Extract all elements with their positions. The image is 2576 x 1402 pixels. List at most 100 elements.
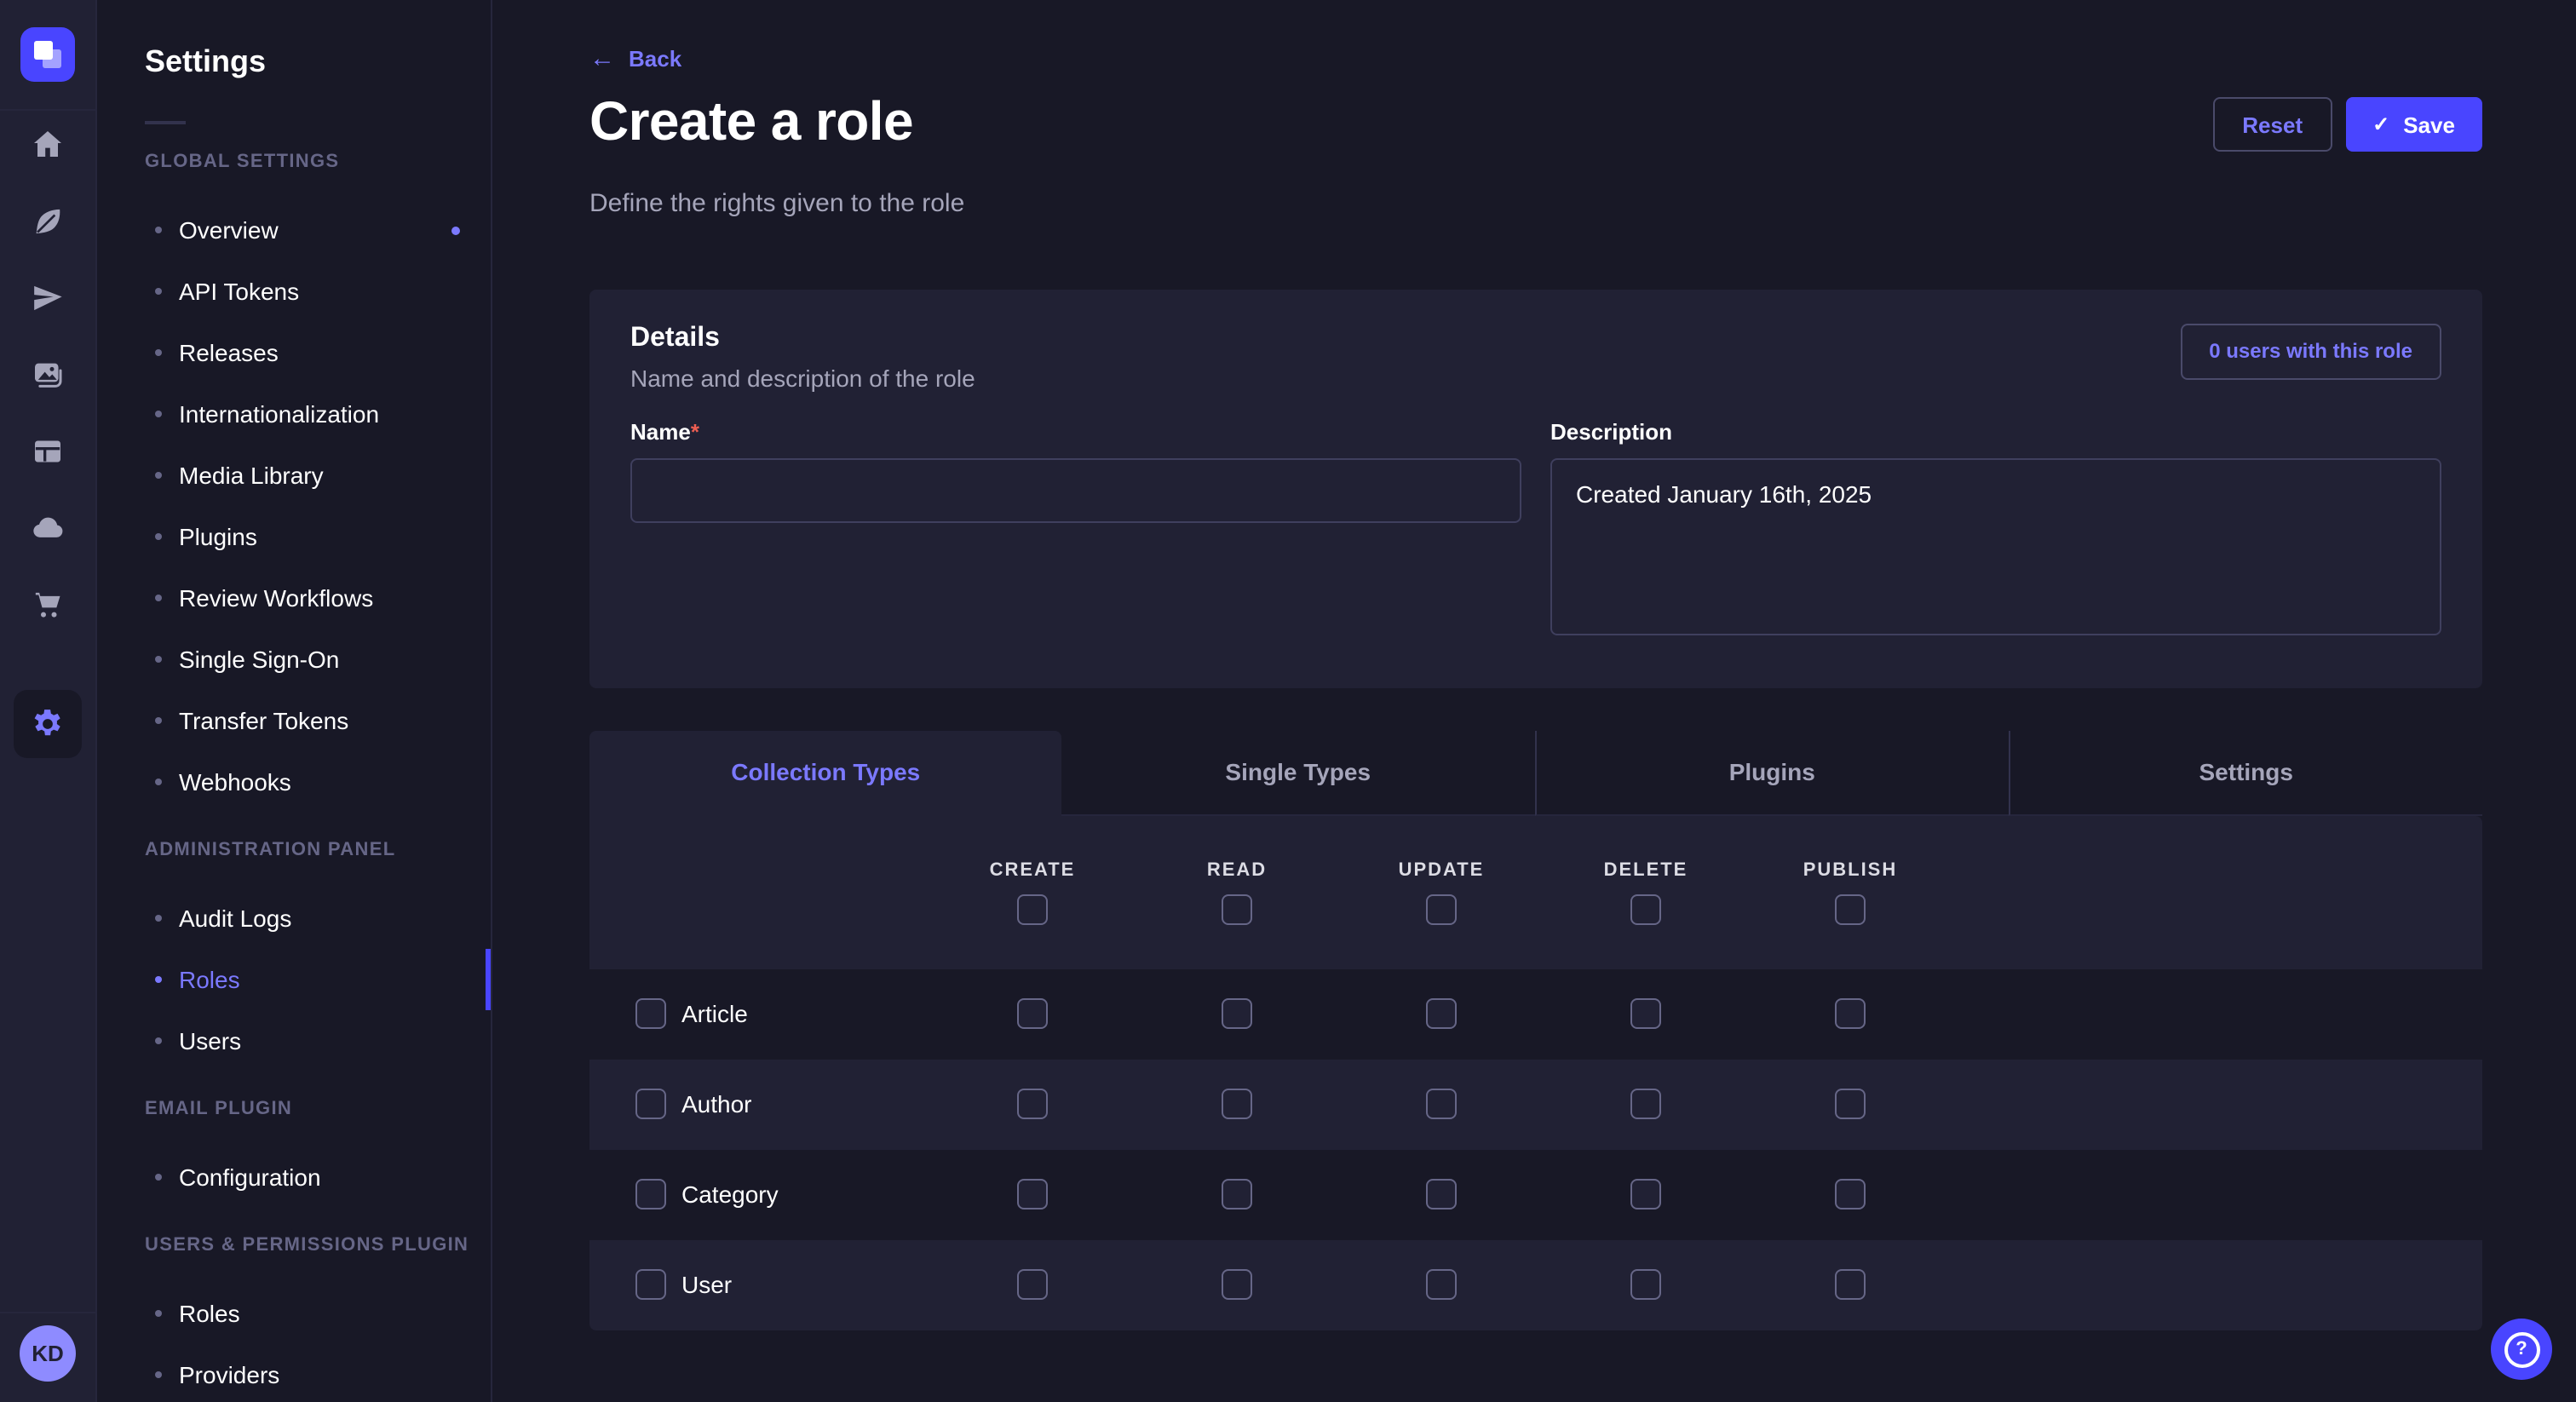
tab-single-types[interactable]: Single Types bbox=[1062, 730, 1535, 815]
administration-panel-list: Audit Logs Roles Users bbox=[97, 888, 491, 1072]
column-read: READ bbox=[1135, 815, 1339, 968]
row-category-label-col: Category bbox=[589, 1179, 930, 1210]
sidebar-item-single-sign-on[interactable]: Single Sign-On bbox=[97, 629, 491, 690]
permissions-table: CREATE READ UPDATE DELETE bbox=[589, 815, 2482, 1330]
sidebar-item-overview[interactable]: Overview bbox=[97, 199, 491, 261]
users-with-role-button[interactable]: 0 users with this role bbox=[2180, 323, 2441, 379]
cell-article-delete bbox=[1544, 998, 1748, 1029]
checkbox-author-update[interactable] bbox=[1426, 1089, 1457, 1119]
sidebar-item-webhooks[interactable]: Webhooks bbox=[97, 751, 491, 813]
checkbox-category-read[interactable] bbox=[1222, 1179, 1252, 1210]
cart-icon[interactable] bbox=[31, 588, 65, 622]
permissions-card: Collection Types Single Types Plugins Se… bbox=[589, 730, 2482, 1330]
sidebar-item-review-workflows[interactable]: Review Workflows bbox=[97, 567, 491, 629]
details-subtitle: Name and description of the role bbox=[630, 364, 975, 391]
column-create: CREATE bbox=[930, 815, 1135, 968]
sidebar-item-api-tokens[interactable]: API Tokens bbox=[97, 261, 491, 322]
checkbox-author-create[interactable] bbox=[1017, 1089, 1048, 1119]
checkbox-author-delete[interactable] bbox=[1630, 1089, 1661, 1119]
back-label: Back bbox=[629, 46, 681, 72]
sidebar-item-users[interactable]: Users bbox=[97, 1010, 491, 1072]
checkbox-user-update[interactable] bbox=[1426, 1269, 1457, 1300]
gear-icon[interactable] bbox=[14, 690, 82, 758]
column-read-label: READ bbox=[1207, 859, 1267, 880]
sidebar-item-releases[interactable]: Releases bbox=[97, 322, 491, 383]
row-author-label: Author bbox=[681, 1090, 752, 1118]
feather-icon[interactable] bbox=[31, 204, 65, 238]
main-content: ← Back Create a role Define the rights g… bbox=[492, 0, 2576, 1402]
cell-category-delete bbox=[1544, 1179, 1748, 1210]
bullet-icon bbox=[155, 288, 162, 295]
select-all-delete-checkbox[interactable] bbox=[1630, 893, 1661, 924]
description-textarea[interactable]: Created January 16th, 2025 bbox=[1550, 457, 2441, 635]
column-delete-label: DELETE bbox=[1604, 859, 1688, 880]
sidebar-item-configuration[interactable]: Configuration bbox=[97, 1146, 491, 1208]
section-global-settings: GLOBAL SETTINGS bbox=[145, 152, 491, 172]
checkbox-user-publish[interactable] bbox=[1835, 1269, 1866, 1300]
cell-user-create bbox=[930, 1269, 1135, 1300]
subnav-title-divider bbox=[145, 121, 186, 124]
sidebar-item-roles-up[interactable]: Roles bbox=[97, 1283, 491, 1344]
strapi-logo[interactable] bbox=[0, 0, 95, 111]
cell-article-create bbox=[930, 998, 1135, 1029]
select-all-update-checkbox[interactable] bbox=[1426, 893, 1457, 924]
checkbox-category-delete[interactable] bbox=[1630, 1179, 1661, 1210]
back-link[interactable]: ← Back bbox=[589, 46, 681, 72]
checkbox-category-update[interactable] bbox=[1426, 1179, 1457, 1210]
sidebar-item-roles-admin[interactable]: Roles bbox=[97, 949, 491, 1010]
name-input[interactable] bbox=[630, 457, 1521, 522]
select-all-create-checkbox[interactable] bbox=[1017, 893, 1048, 924]
row-category-checkbox[interactable] bbox=[635, 1179, 666, 1210]
checkbox-article-delete[interactable] bbox=[1630, 998, 1661, 1029]
sidebar-item-providers[interactable]: Providers bbox=[97, 1344, 491, 1402]
nav-divider bbox=[0, 1312, 95, 1313]
home-icon[interactable] bbox=[31, 128, 65, 162]
checkbox-category-create[interactable] bbox=[1017, 1179, 1048, 1210]
tab-plugins[interactable]: Plugins bbox=[1534, 730, 2009, 815]
users-permissions-list: Roles Providers bbox=[97, 1283, 491, 1402]
bullet-icon bbox=[155, 1037, 162, 1044]
cell-category-publish bbox=[1748, 1179, 1952, 1210]
checkbox-category-publish[interactable] bbox=[1835, 1179, 1866, 1210]
reset-button[interactable]: Reset bbox=[2213, 97, 2332, 152]
sidebar-item-media-library[interactable]: Media Library bbox=[97, 445, 491, 506]
bullet-icon bbox=[155, 915, 162, 922]
checkbox-author-read[interactable] bbox=[1222, 1089, 1252, 1119]
checkbox-article-create[interactable] bbox=[1017, 998, 1048, 1029]
sidebar-item-plugins[interactable]: Plugins bbox=[97, 506, 491, 567]
save-label: Save bbox=[2403, 112, 2455, 137]
permissions-rows: Article Author bbox=[589, 968, 2482, 1330]
row-author-checkbox[interactable] bbox=[635, 1089, 666, 1119]
cell-author-create bbox=[930, 1089, 1135, 1119]
sidebar-item-transfer-tokens[interactable]: Transfer Tokens bbox=[97, 690, 491, 751]
images-icon[interactable] bbox=[31, 358, 65, 392]
layout-icon[interactable] bbox=[31, 434, 65, 468]
checkbox-author-publish[interactable] bbox=[1835, 1089, 1866, 1119]
avatar[interactable]: KD bbox=[20, 1325, 76, 1382]
cell-author-read bbox=[1135, 1089, 1339, 1119]
details-fields: Name* Description Created January 16th, … bbox=[630, 418, 2441, 643]
sidebar-item-audit-logs[interactable]: Audit Logs bbox=[97, 888, 491, 949]
row-user-checkbox[interactable] bbox=[635, 1269, 666, 1300]
checkbox-user-create[interactable] bbox=[1017, 1269, 1048, 1300]
select-all-read-checkbox[interactable] bbox=[1222, 893, 1252, 924]
help-button[interactable]: ? bbox=[2491, 1319, 2552, 1380]
paper-plane-icon[interactable] bbox=[31, 281, 65, 315]
checkbox-user-delete[interactable] bbox=[1630, 1269, 1661, 1300]
tab-collection-types[interactable]: Collection Types bbox=[589, 730, 1062, 815]
sidebar-item-internationalization[interactable]: Internationalization bbox=[97, 383, 491, 445]
page-title: Create a role bbox=[589, 92, 2482, 152]
tab-settings[interactable]: Settings bbox=[2009, 730, 2483, 815]
checkbox-article-read[interactable] bbox=[1222, 998, 1252, 1029]
cell-category-update bbox=[1339, 1179, 1544, 1210]
question-mark-icon: ? bbox=[2504, 1331, 2539, 1367]
checkbox-user-read[interactable] bbox=[1222, 1269, 1252, 1300]
cloud-icon[interactable] bbox=[31, 511, 65, 545]
cell-author-delete bbox=[1544, 1089, 1748, 1119]
select-all-publish-checkbox[interactable] bbox=[1835, 893, 1866, 924]
row-article-checkbox[interactable] bbox=[635, 998, 666, 1029]
checkbox-article-update[interactable] bbox=[1426, 998, 1457, 1029]
checkbox-article-publish[interactable] bbox=[1835, 998, 1866, 1029]
subnav-title: Settings bbox=[145, 44, 491, 80]
save-button[interactable]: ✓ Save bbox=[2345, 97, 2482, 152]
